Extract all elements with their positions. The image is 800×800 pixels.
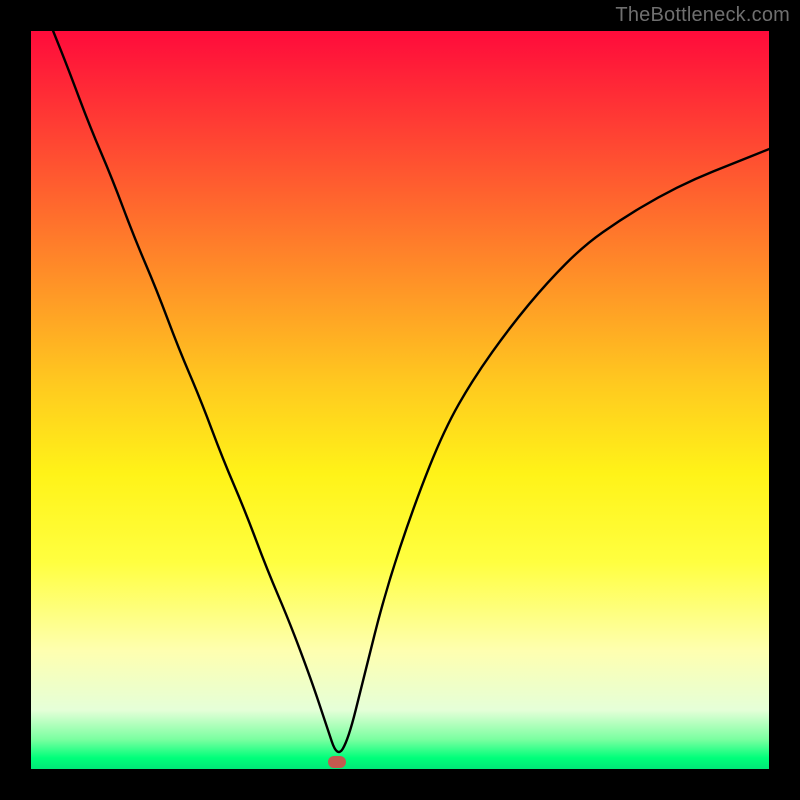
bottleneck-curve [31,31,769,769]
plot-area [31,31,769,769]
chart-frame: TheBottleneck.com [0,0,800,800]
watermark-text: TheBottleneck.com [615,4,790,27]
min-marker [328,756,346,768]
